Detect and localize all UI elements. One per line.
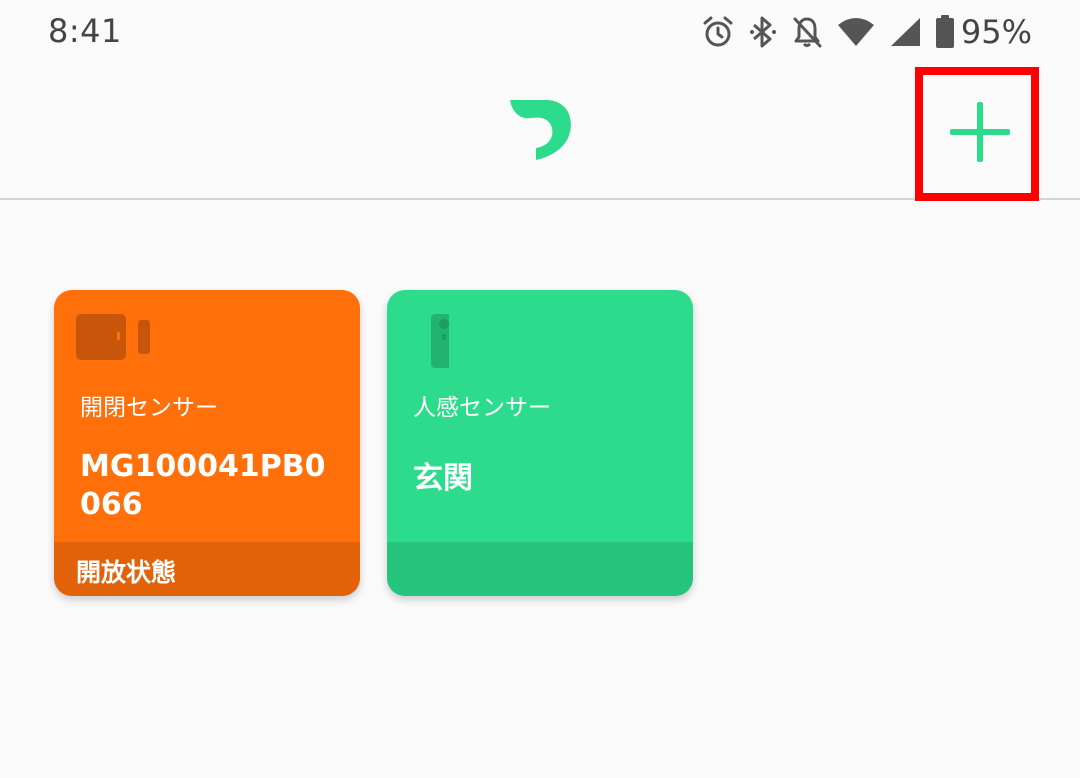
alarm-icon: [701, 12, 735, 52]
plus-icon: [950, 102, 1010, 162]
status-icons: 95%: [687, 10, 1032, 54]
bluetooth-icon: [749, 12, 777, 52]
card-status-bar: [387, 542, 693, 596]
sensor-type-label: 開閉センサー: [80, 395, 218, 421]
battery-percentage: 95%: [960, 13, 1032, 51]
sensor-type-label: 人感センサー: [413, 395, 551, 421]
door-sensor-icon: [76, 312, 152, 366]
sensor-card-motion[interactable]: 人感センサー 玄関: [387, 290, 693, 596]
status-bar: 8:41 95%: [0, 0, 1080, 64]
screen: 8:41 95% 開閉センサー MG100041PB0066 開放状態 人感セン…: [0, 0, 1080, 778]
motion-sensor-icon: [409, 312, 457, 372]
sensor-name: MG100041PB0066: [80, 449, 326, 522]
battery-icon: [935, 12, 955, 52]
sensor-name: 玄関: [413, 461, 473, 496]
card-status-bar: 開放状態: [54, 542, 360, 596]
notifications-off-icon: [791, 12, 823, 52]
add-device-button[interactable]: [946, 98, 1014, 166]
sensor-card-door[interactable]: 開閉センサー MG100041PB0066 開放状態: [54, 290, 360, 596]
clock: 8:41: [48, 12, 122, 50]
sensor-status: 開放状態: [76, 558, 177, 587]
app-bar: [0, 64, 1080, 201]
leaf-logo-icon: [506, 98, 576, 166]
wifi-icon: [837, 12, 875, 52]
cellular-signal-icon: [889, 12, 921, 52]
